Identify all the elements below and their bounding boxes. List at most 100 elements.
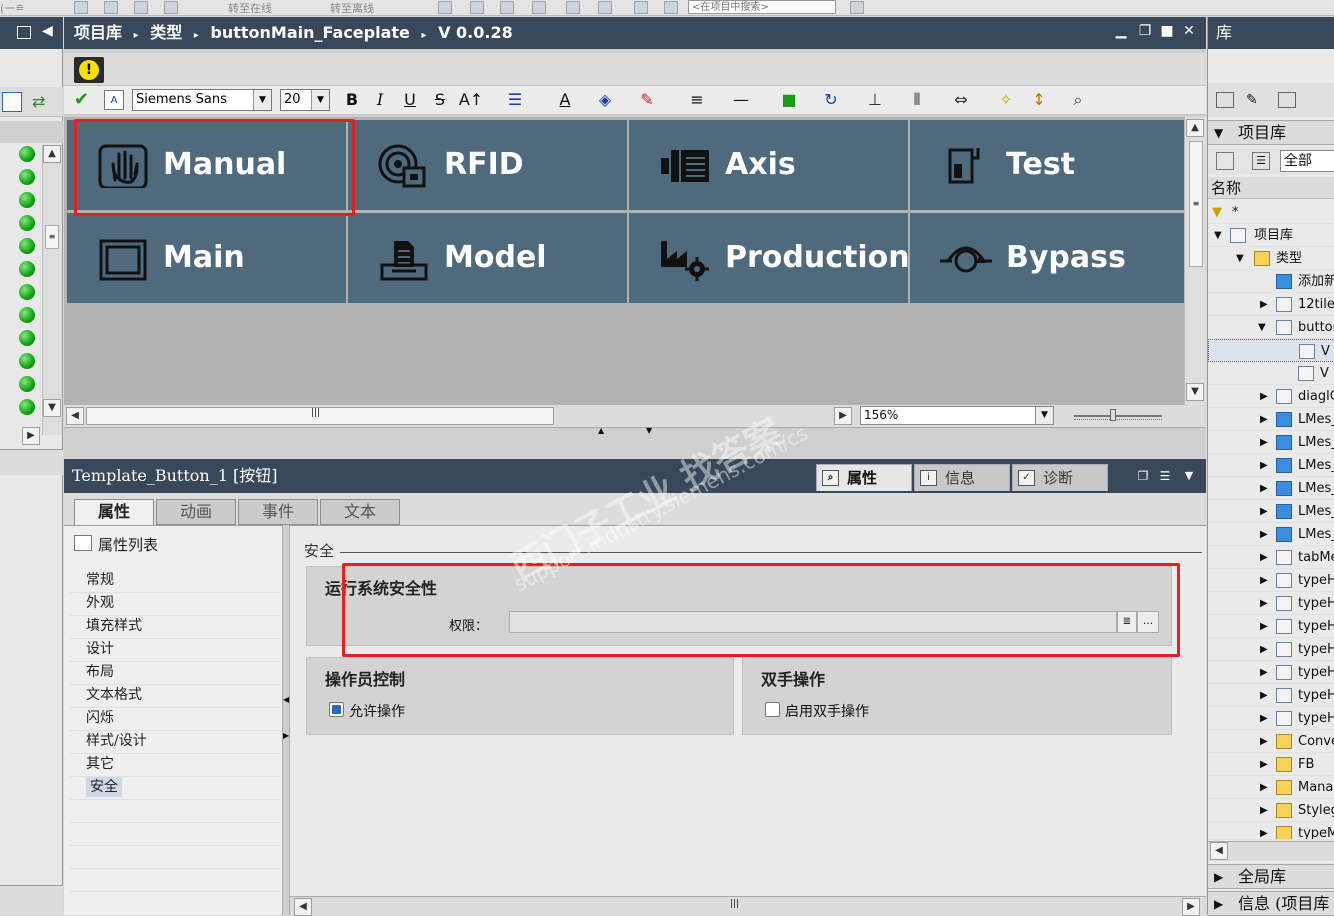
start-sim-icon[interactable] bbox=[470, 1, 484, 14]
check-icon[interactable] bbox=[634, 1, 648, 14]
tree-item[interactable]: ▶ FB bbox=[1208, 753, 1334, 776]
fill-color-icon[interactable]: ◈ bbox=[592, 90, 618, 110]
split-h-icon[interactable] bbox=[566, 1, 580, 14]
scroll-left-icon[interactable]: ◀ bbox=[1210, 842, 1228, 860]
global-library-section[interactable]: ▶ 全局库 bbox=[1208, 864, 1334, 889]
open-library-icon[interactable]: ✎ bbox=[1246, 92, 1264, 108]
stop-sim-icon[interactable] bbox=[500, 1, 514, 14]
subtab-properties[interactable]: 属性 bbox=[74, 499, 154, 526]
tree-item[interactable]: ▶ typeH bbox=[1208, 684, 1334, 707]
restore-icon[interactable]: ❐ bbox=[1138, 24, 1152, 38]
tree-item[interactable]: ▶ typeH bbox=[1208, 592, 1334, 615]
font-color-icon[interactable]: A bbox=[552, 90, 578, 110]
close-x-icon[interactable] bbox=[664, 1, 678, 14]
canvas-horizontal-scrollbar[interactable]: ||| bbox=[86, 407, 554, 425]
design-canvas[interactable]: Manual RFID Axis Test Main Model Product… bbox=[64, 117, 1189, 405]
panel-layout-icon[interactable] bbox=[17, 26, 31, 39]
print-icon[interactable] bbox=[74, 1, 88, 14]
same-size-icon[interactable]: ⇔ bbox=[948, 90, 974, 110]
tab-properties[interactable]: ⌕ 属性 bbox=[816, 464, 912, 491]
tree-item[interactable]: ▶ Mana bbox=[1208, 776, 1334, 799]
tree-item[interactable]: ▶ typeH bbox=[1208, 569, 1334, 592]
library-view-icon[interactable] bbox=[1216, 92, 1234, 108]
go-online-button[interactable]: 转至在线 bbox=[228, 0, 272, 15]
distribute-icon[interactable]: ⫴ bbox=[904, 90, 930, 110]
project-library-section[interactable]: ▼ 项目库 bbox=[1208, 120, 1334, 145]
layout-icon[interactable]: ☰ bbox=[1158, 469, 1172, 483]
tree-item[interactable]: ▶ LMes_ bbox=[1208, 523, 1334, 546]
line-width-icon[interactable]: ≡ bbox=[684, 90, 710, 110]
style-icon[interactable]: A bbox=[104, 90, 124, 110]
tree-item[interactable]: ▶ diaglC bbox=[1208, 385, 1334, 408]
line-color-icon[interactable]: ✎ bbox=[634, 90, 660, 110]
subtab-events[interactable]: 事件 bbox=[238, 499, 318, 525]
cross-ref-icon[interactable] bbox=[532, 1, 546, 14]
close-icon[interactable]: ✕ bbox=[1182, 24, 1196, 38]
maximize-icon[interactable]: ■ bbox=[1160, 24, 1174, 38]
go-offline-button[interactable]: 转至离线 bbox=[330, 0, 374, 15]
zoom-select[interactable]: 156% ▼ bbox=[860, 406, 1054, 425]
splitter[interactable]: ▲ ▼ bbox=[64, 426, 1206, 436]
tree-item[interactable]: ▶ typeH bbox=[1208, 661, 1334, 684]
library-settings-icon[interactable] bbox=[1278, 92, 1296, 108]
tree-item[interactable]: ▼ 项目库 bbox=[1208, 224, 1334, 247]
minimize-icon[interactable]: ▁ bbox=[1114, 24, 1128, 38]
property-item-security[interactable]: 安全 bbox=[86, 777, 122, 797]
breadcrumb-item[interactable]: 项目库 bbox=[74, 23, 122, 42]
tile-button-model[interactable]: Model bbox=[348, 213, 627, 303]
tree-item[interactable]: ▶ Styleg bbox=[1208, 799, 1334, 822]
collapse-left-icon[interactable]: ◀ bbox=[283, 695, 289, 704]
zoom-slider[interactable] bbox=[1074, 409, 1162, 423]
tree-item[interactable]: ▶ LMes_ bbox=[1208, 477, 1334, 500]
property-item-text-format[interactable]: 文本格式 bbox=[86, 685, 142, 705]
zoom-area-icon[interactable]: ⌕ bbox=[1068, 90, 1088, 110]
property-item-layout[interactable]: 布局 bbox=[86, 662, 114, 682]
scroll-right-icon[interactable]: ▶ bbox=[834, 407, 852, 425]
sync-icon[interactable]: ⇄ bbox=[32, 92, 52, 112]
font-grow-icon[interactable]: A↑ bbox=[458, 90, 484, 110]
collapse-arrow-icon[interactable]: ◀ bbox=[42, 23, 53, 39]
tile-button-main[interactable]: Main bbox=[67, 213, 346, 303]
breadcrumb-item[interactable]: V 0.0.28 bbox=[438, 23, 513, 42]
slider-handle[interactable] bbox=[1110, 409, 1116, 421]
property-item-fill-style[interactable]: 填充样式 bbox=[86, 616, 142, 636]
font-size-select[interactable]: 20 ▼ bbox=[280, 89, 330, 111]
scroll-down-icon[interactable]: ▼ bbox=[1186, 383, 1204, 401]
compile-icon[interactable] bbox=[134, 1, 148, 14]
font-family-select[interactable]: Siemens Sans ▼ bbox=[132, 89, 272, 111]
split-v-icon[interactable] bbox=[598, 1, 612, 14]
library-filter-select[interactable]: 全部 bbox=[1280, 150, 1334, 172]
bold-icon[interactable]: B bbox=[344, 90, 360, 110]
scroll-thumb[interactable]: ≡ bbox=[45, 225, 59, 249]
library-info-section[interactable]: ▶ 信息 (项目库 bbox=[1208, 891, 1334, 916]
tile-button-rfid[interactable]: RFID bbox=[348, 120, 627, 210]
library-tool-icon[interactable] bbox=[1216, 152, 1234, 170]
tree-item[interactable]: ▶ LMes_ bbox=[1208, 500, 1334, 523]
property-item-appearance[interactable]: 外观 bbox=[86, 593, 114, 613]
warning-button[interactable]: ! bbox=[74, 57, 104, 83]
tree-item[interactable]: ▶ LMes_ bbox=[1208, 408, 1334, 431]
tree-view-icon[interactable] bbox=[2, 92, 22, 112]
tree-item[interactable]: ▶ typeH bbox=[1208, 638, 1334, 661]
tree-item[interactable]: ▼ buttor bbox=[1208, 316, 1334, 339]
tree-item[interactable]: ▶ LMes_ bbox=[1208, 454, 1334, 477]
expand-right-icon[interactable]: ▶ bbox=[283, 731, 289, 740]
italic-icon[interactable]: I bbox=[372, 90, 388, 110]
tree-item[interactable]: ▶ typeH bbox=[1208, 615, 1334, 638]
scroll-right-icon[interactable]: ▶ bbox=[22, 427, 40, 445]
tree-item[interactable]: ▶ typeM bbox=[1208, 822, 1334, 840]
tab-order-icon[interactable]: ↕ bbox=[1026, 90, 1052, 110]
underline-icon[interactable]: U bbox=[402, 90, 418, 110]
tile-button-axis[interactable]: Axis bbox=[629, 120, 908, 210]
filter-row[interactable]: ▼ * bbox=[1208, 201, 1334, 224]
scroll-left-icon[interactable]: ◀ bbox=[294, 898, 312, 916]
format-painter-icon[interactable]: ✧ bbox=[996, 90, 1016, 110]
property-item-flashing[interactable]: 闪烁 bbox=[86, 708, 114, 728]
align-icon[interactable]: ☰ bbox=[502, 90, 528, 110]
project-tree-scrollbar[interactable]: ▲ ≡ ▼ bbox=[42, 145, 62, 435]
allow-operation-checkbox[interactable] bbox=[329, 702, 344, 717]
rotate-icon[interactable]: ↻ bbox=[818, 90, 844, 110]
content-horizontal-scrollbar[interactable]: ◀ ||| ▶ bbox=[290, 896, 1206, 916]
two-hand-checkbox[interactable] bbox=[765, 702, 780, 717]
subtab-texts[interactable]: 文本 bbox=[320, 499, 400, 525]
